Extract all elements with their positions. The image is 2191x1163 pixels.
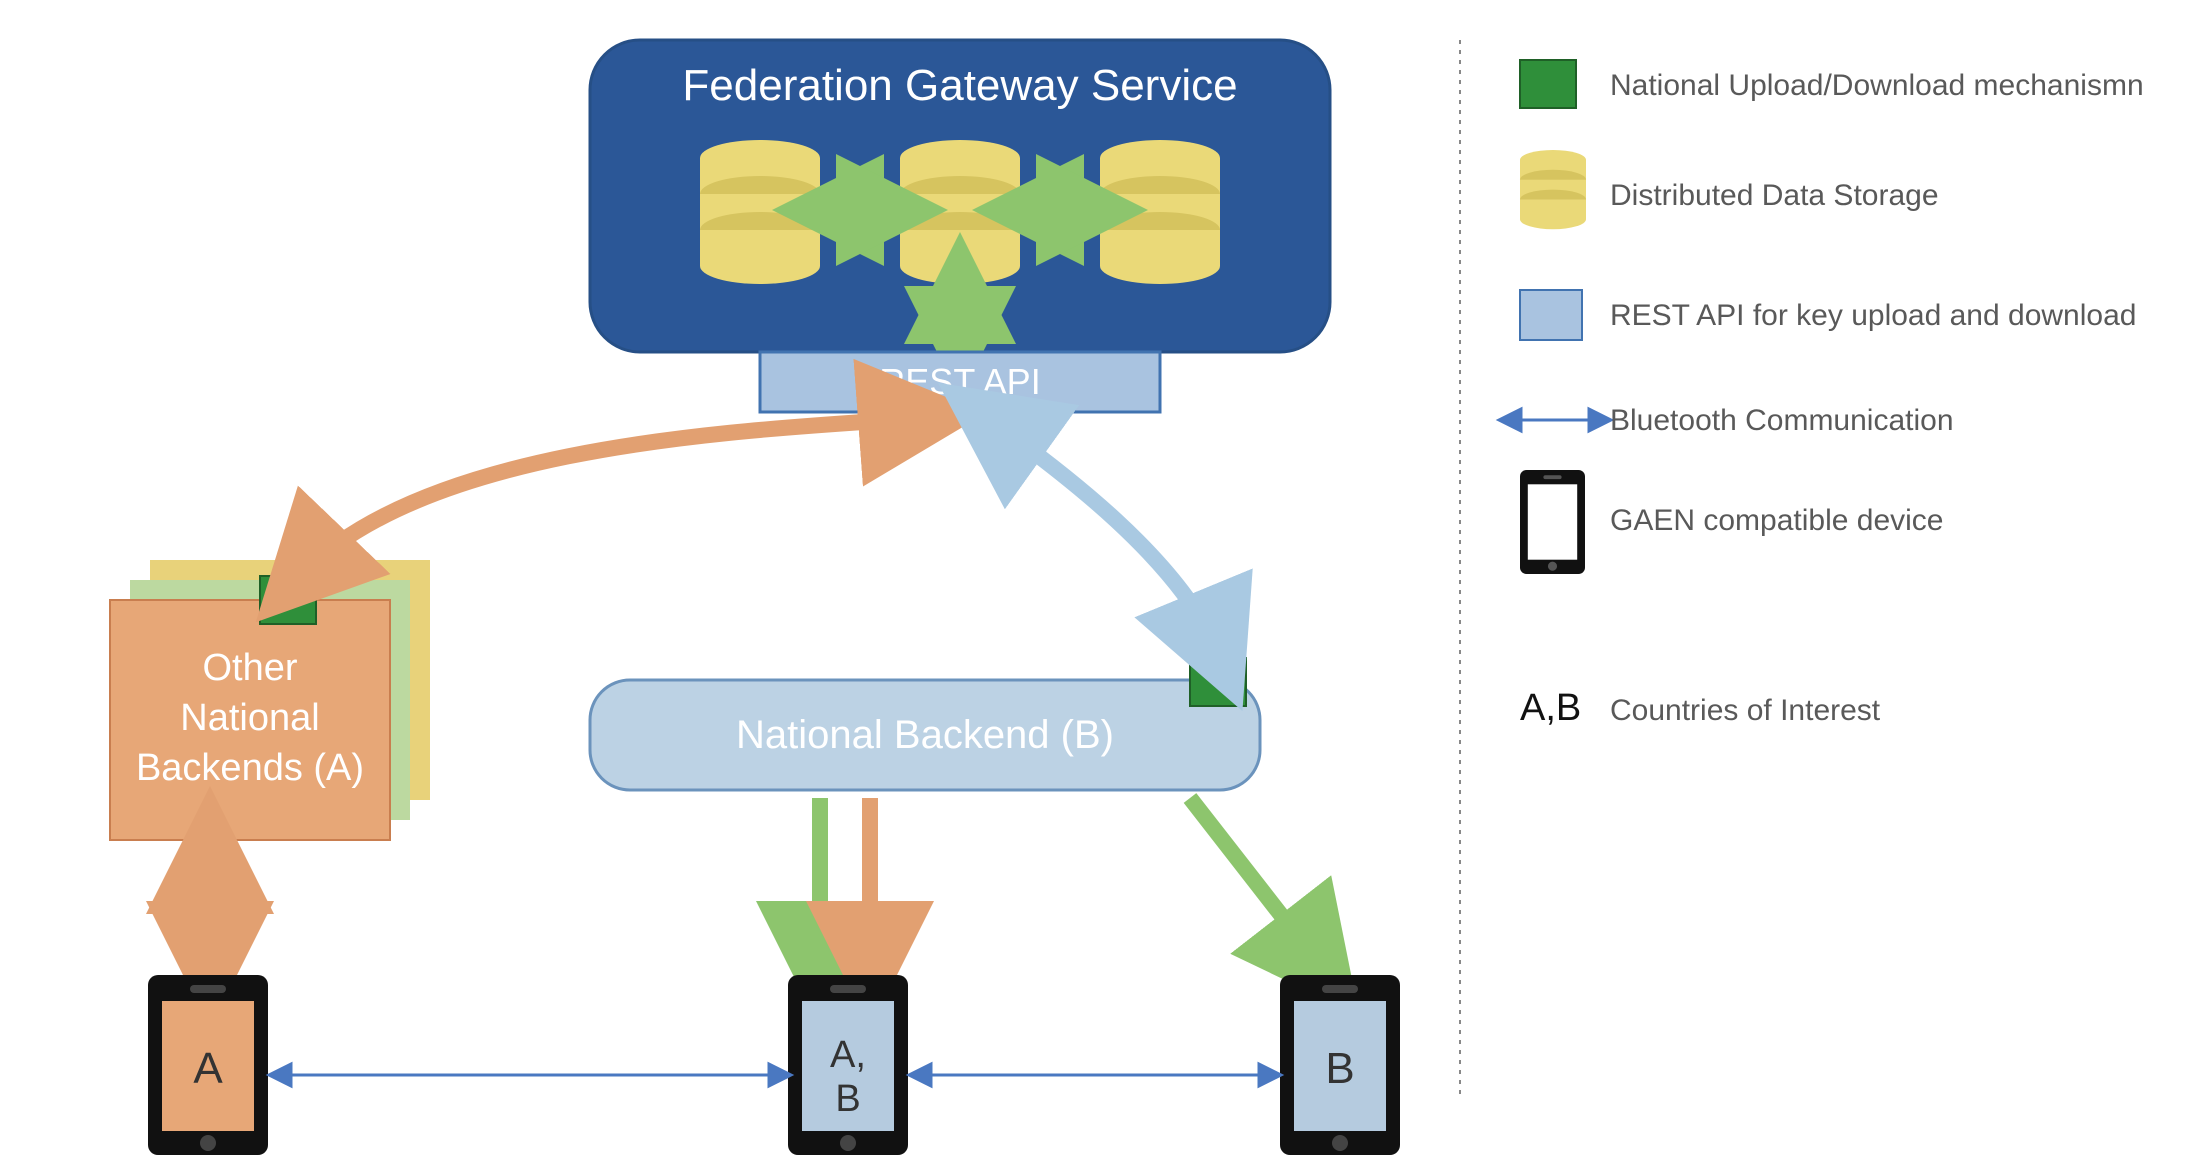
gateway-title: Federation Gateway Service — [682, 61, 1237, 110]
legend-storage-icon — [1520, 150, 1586, 229]
federation-gateway-panel: Federation Gateway Service — [590, 40, 1330, 352]
legend-countries-symbol: A,B — [1520, 687, 1581, 729]
database-icon — [700, 140, 820, 284]
phone-b: B — [1280, 975, 1400, 1155]
legend-device-label: GAEN compatible device — [1610, 504, 1944, 537]
other-backends-label: Backends (A) — [136, 747, 364, 789]
arrow-green-diag — [1190, 798, 1320, 965]
phone-ab-label-1: A, — [830, 1034, 866, 1076]
national-backend-b: National Backend (B) — [590, 658, 1260, 790]
phone-a: A — [148, 975, 268, 1155]
upload-download-box — [260, 576, 316, 624]
legend-upload-icon — [1520, 60, 1576, 108]
database-icon — [1100, 140, 1220, 284]
rest-api-box: REST API — [760, 352, 1160, 412]
legend-upload-label: National Upload/Download mechanismn — [1610, 69, 2144, 102]
upload-download-box — [1190, 658, 1246, 706]
connector-lightblue — [990, 420, 1218, 652]
legend-rest-label: REST API for key upload and download — [1610, 299, 2136, 332]
phone-a-label: A — [193, 1044, 223, 1093]
phone-ab-label-2: B — [835, 1078, 860, 1120]
other-backends-label: Other — [202, 647, 297, 689]
legend-device-icon — [1520, 470, 1585, 574]
rest-api-label: REST API — [879, 361, 1040, 402]
legend-countries-label: Countries of Interest — [1610, 694, 1881, 727]
legend-bluetooth-label: Bluetooth Communication — [1610, 404, 1954, 437]
other-national-backends: Other National Backends (A) — [110, 560, 430, 840]
database-icon — [900, 140, 1020, 284]
national-backend-b-label: National Backend (B) — [736, 713, 1114, 757]
legend-storage-label: Distributed Data Storage — [1610, 179, 1939, 212]
legend: National Upload/Download mechanismn Dist… — [1520, 60, 2144, 729]
phone-ab: A, B — [788, 975, 908, 1155]
other-backends-label: National — [180, 697, 319, 739]
phone-b-label: B — [1325, 1044, 1354, 1093]
legend-rest-icon — [1520, 290, 1582, 340]
connector-orange — [300, 418, 922, 576]
